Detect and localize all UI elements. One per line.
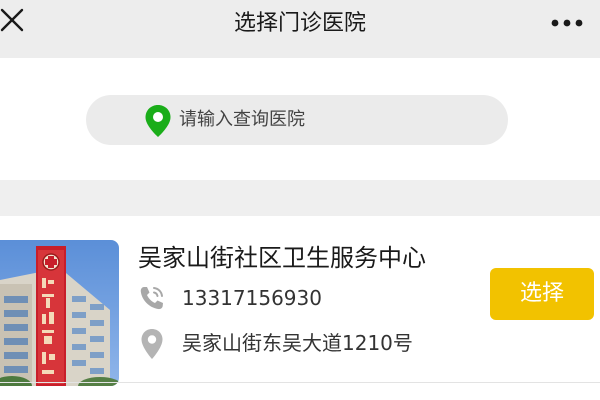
more-dots-icon	[551, 19, 583, 27]
card-divider	[0, 382, 600, 383]
search-input[interactable]: 请输入查询医院	[86, 95, 508, 145]
select-button[interactable]: 选择	[490, 268, 594, 320]
header-bar: 选择门诊医院	[0, 0, 600, 58]
hospital-phone[interactable]: 13317156930	[182, 284, 322, 312]
close-icon	[0, 8, 24, 32]
page-title: 选择门诊医院	[233, 11, 366, 36]
address-pin-icon	[141, 329, 163, 359]
close-button[interactable]	[0, 7, 28, 35]
hospital-card[interactable]: 吴家山街社区卫生服务中心 13317156930 吴家山街东吴大道1210号 选…	[0, 216, 600, 400]
phone-icon	[140, 287, 163, 310]
search-area: 请输入查询医院	[0, 58, 600, 180]
search-placeholder: 请输入查询医院	[179, 109, 305, 130]
hospital-address: 吴家山街东吴大道1210号	[182, 331, 413, 355]
hospital-name: 吴家山街社区卫生服务中心	[138, 244, 426, 272]
location-pin-icon	[145, 105, 171, 137]
hospital-photo	[0, 240, 119, 386]
more-button[interactable]	[548, 14, 586, 32]
page: 选择门诊医院 请输入查询医院 吴家山街社区卫生服务中心 13317156930 …	[0, 0, 600, 400]
section-gap	[0, 180, 600, 216]
